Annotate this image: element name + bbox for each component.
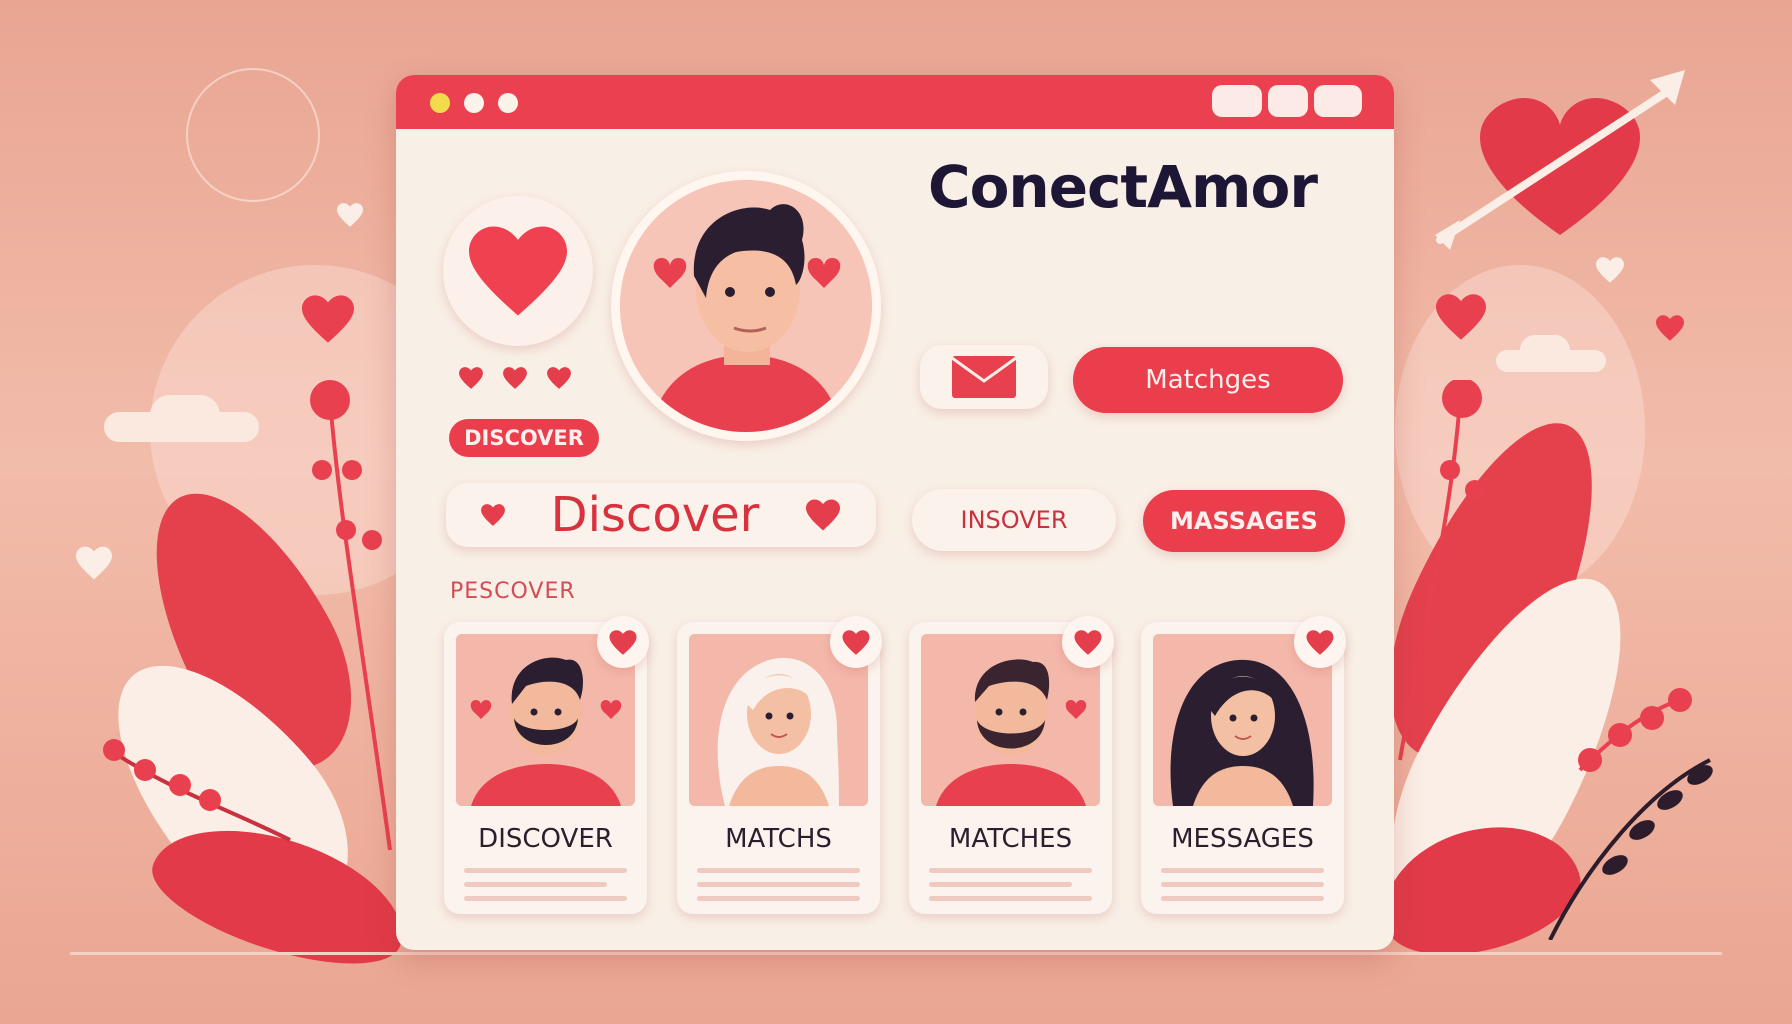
matches-button[interactable]: Matchges: [1073, 347, 1343, 413]
messages-button-label: MASSAGES: [1170, 507, 1318, 535]
heart-icon: [469, 226, 567, 316]
window-minimize-dot[interactable]: [430, 93, 450, 113]
window-dot[interactable]: [464, 93, 484, 113]
titlebar-button[interactable]: [1212, 85, 1262, 117]
small-hearts-row: [458, 366, 572, 390]
discover-chip-label: DISCOVER: [464, 426, 584, 450]
man-avatar-icon: [620, 180, 872, 432]
heart-icon: [1656, 315, 1684, 341]
decor-floor-line: [70, 952, 1722, 955]
text-placeholder-line: [697, 868, 860, 873]
heart-icon: [609, 629, 637, 655]
like-button[interactable]: [597, 616, 649, 668]
section-heading: PESCOVER: [450, 579, 576, 604]
heart-icon: [1596, 257, 1624, 283]
app-brand-title: ConectAmor: [928, 153, 1318, 221]
titlebar-button[interactable]: [1314, 85, 1362, 117]
profile-avatar[interactable]: [611, 171, 881, 441]
titlebar-button[interactable]: [1268, 85, 1308, 117]
app-window: DISCOVER ConectAmor Matchges Discover IN…: [396, 75, 1394, 950]
like-button[interactable]: [1062, 616, 1114, 668]
heart-icon: [302, 295, 354, 343]
avatar-photo: [620, 180, 872, 432]
like-button[interactable]: [830, 616, 882, 668]
like-button[interactable]: [1294, 616, 1346, 668]
title-bar: [396, 75, 1394, 129]
profile-card[interactable]: MESSAGES: [1141, 616, 1346, 914]
text-placeholder-line: [697, 882, 860, 887]
heart-icon: [503, 367, 527, 389]
heart-icon: [1436, 294, 1486, 340]
text-placeholder-line: [464, 868, 627, 873]
discover-chip-button[interactable]: DISCOVER: [449, 419, 599, 457]
discover-button[interactable]: Discover: [446, 483, 876, 547]
text-placeholder-line: [464, 896, 627, 901]
insover-button-label: INSOVER: [960, 506, 1068, 534]
heart-arrow-icon: [1435, 70, 1685, 250]
heart-icon: [1074, 629, 1102, 655]
profile-card-label: MATCHS: [725, 824, 832, 854]
floral-sprig-right: [1398, 380, 1713, 940]
matches-button-label: Matchges: [1145, 365, 1271, 395]
envelope-icon: [951, 356, 1017, 398]
profile-card-label: MATCHES: [948, 824, 1073, 854]
text-placeholder-line: [1161, 896, 1324, 901]
text-placeholder-line: [697, 896, 860, 901]
decor-ring: [186, 68, 320, 202]
favorite-badge[interactable]: [443, 196, 593, 346]
text-placeholder-line: [1161, 868, 1324, 873]
text-placeholder-line: [929, 882, 1072, 887]
text-placeholder-line: [1161, 882, 1324, 887]
heart-icon: [481, 504, 505, 526]
text-placeholder-line: [929, 868, 1092, 873]
window-dot[interactable]: [498, 93, 518, 113]
heart-icon: [805, 499, 840, 531]
profile-card[interactable]: DISCOVER: [444, 616, 649, 914]
inbox-button[interactable]: [920, 345, 1048, 409]
messages-button[interactable]: MASSAGES: [1143, 490, 1345, 552]
text-placeholder-line: [464, 882, 607, 887]
profile-card-label: MESSAGES: [1171, 824, 1314, 854]
heart-icon: [459, 367, 483, 389]
heart-icon: [842, 629, 870, 655]
insover-button[interactable]: INSOVER: [912, 489, 1116, 551]
heart-icon: [337, 203, 363, 227]
heart-icon: [547, 367, 571, 389]
decor-cloud-right-top: [1520, 335, 1570, 365]
profile-card[interactable]: MATCHS: [677, 616, 882, 914]
discover-button-label: Discover: [550, 487, 760, 543]
profile-card[interactable]: MATCHES: [909, 616, 1114, 914]
profile-card-label: DISCOVER: [478, 824, 613, 854]
heart-icon: [1306, 629, 1334, 655]
text-placeholder-line: [929, 896, 1092, 901]
floral-sprig-left: [103, 380, 392, 851]
